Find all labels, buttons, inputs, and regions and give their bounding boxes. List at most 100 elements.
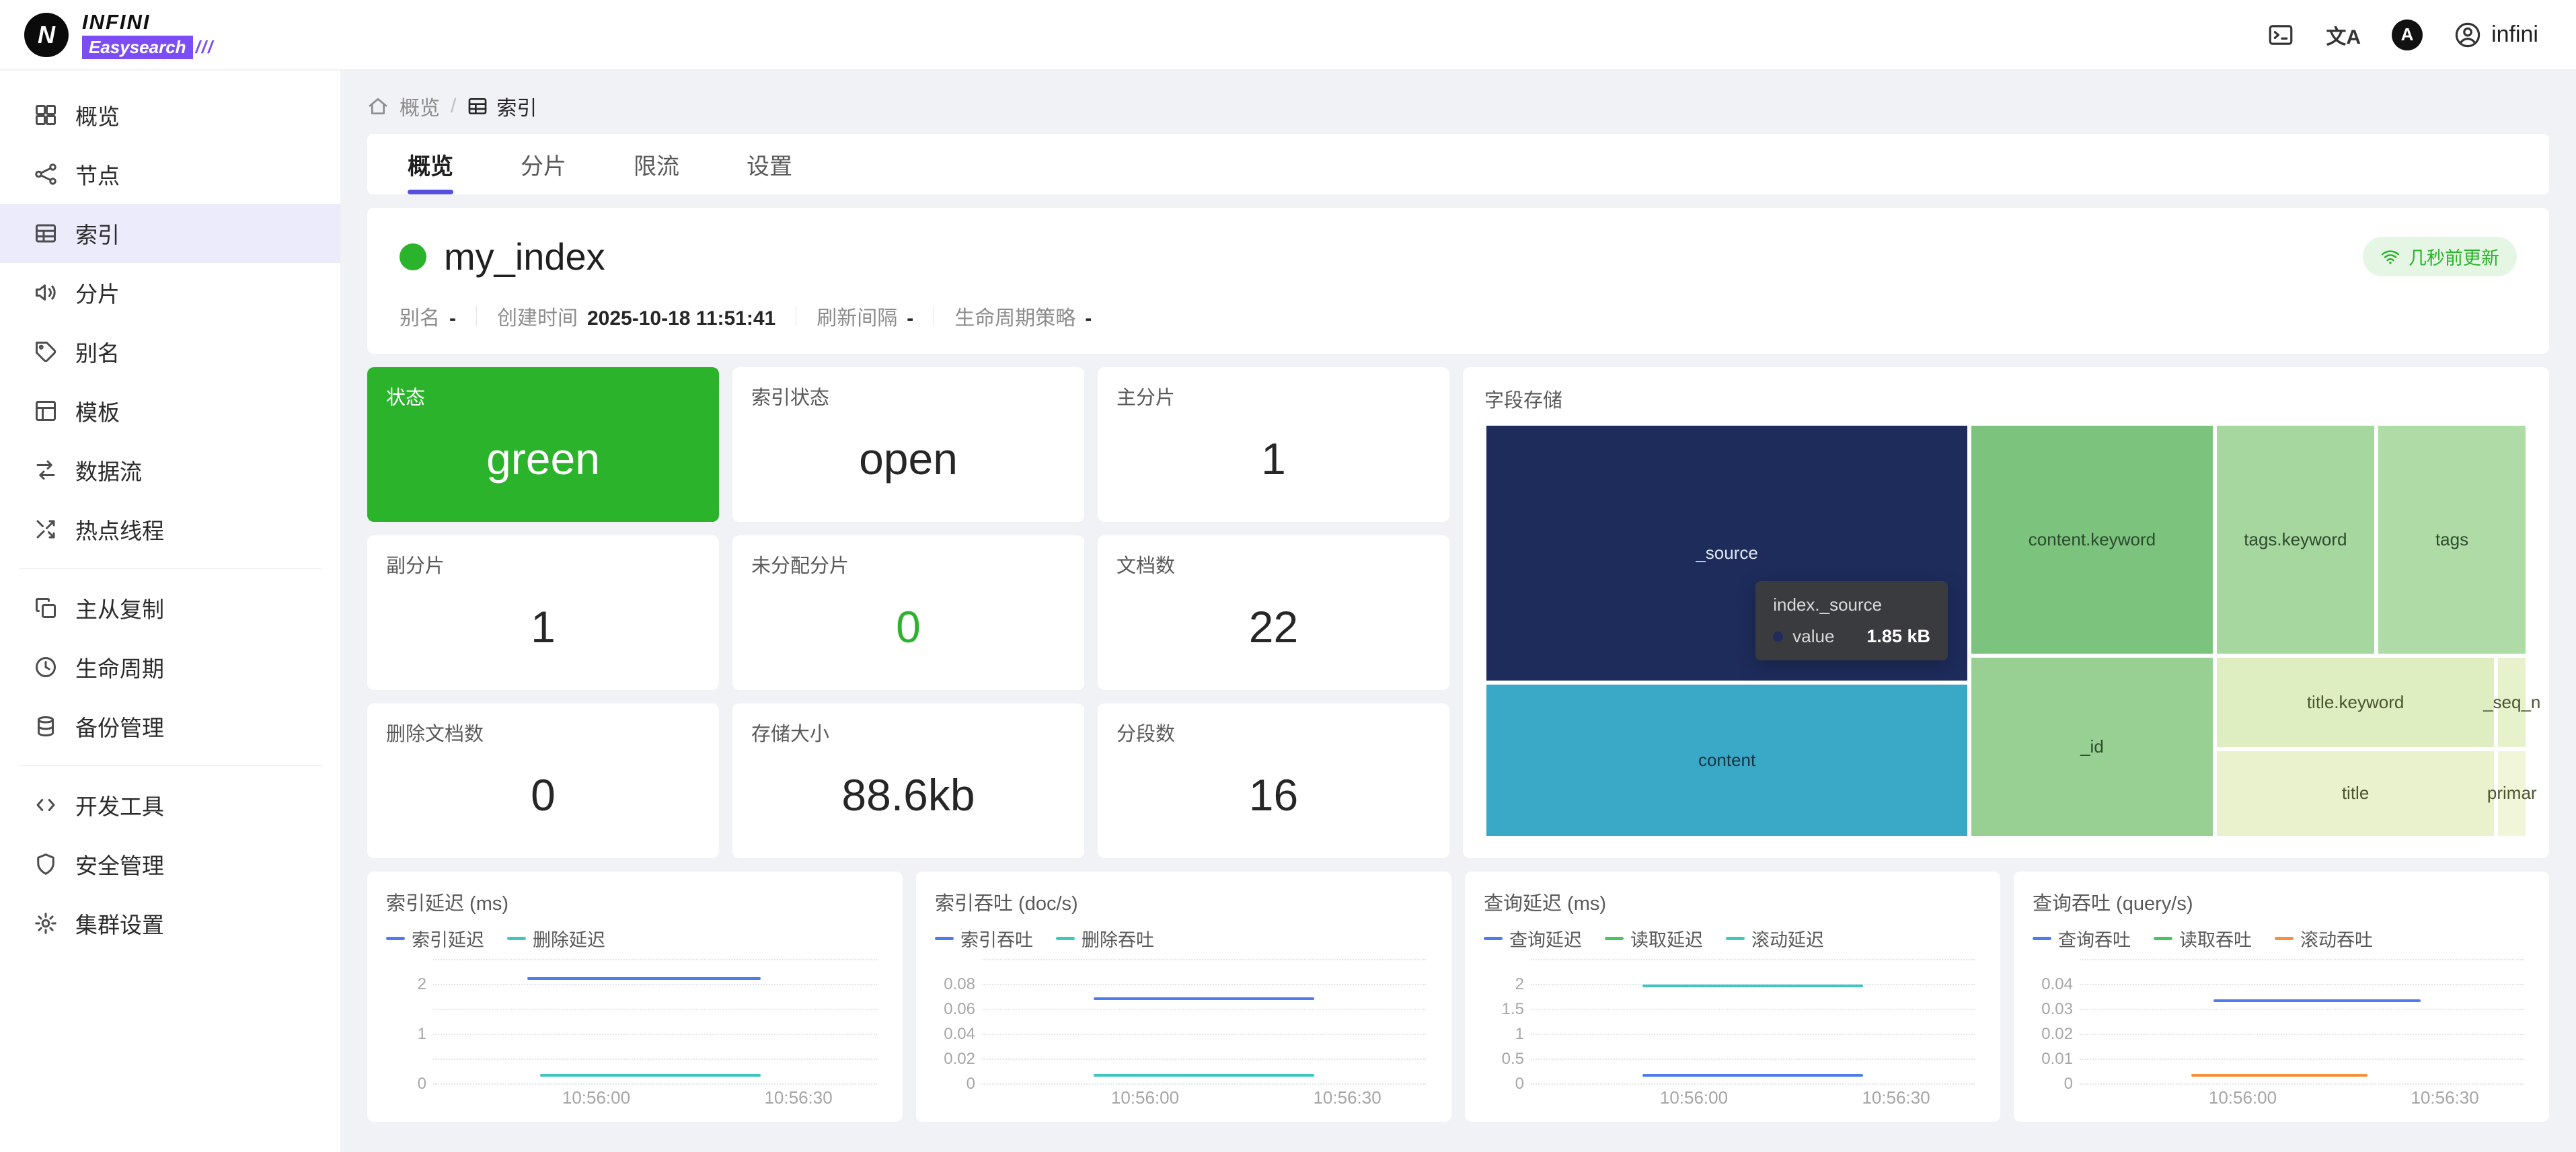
legend-dash [2154,937,2172,940]
tooltip-title: index._source [1773,594,1930,615]
stat-card-replica-shards: 副分片 1 [367,535,719,690]
tab-overview[interactable]: 概览 [408,134,453,194]
y-tick: 0 [2033,1075,2080,1093]
legend-item[interactable]: 删除延迟 [507,925,605,952]
meta-created: 创建时间2025-10-18 11:51:41 [497,301,775,331]
tab-shards[interactable]: 分片 [521,134,566,194]
field-storage-card: 字段存储 _source content content.keyword _id… [1463,367,2549,858]
treemap-cell[interactable]: tags.keyword [2215,424,2376,656]
user-menu[interactable]: infini [2454,21,2538,49]
sidebar-item-replication[interactable]: 主从复制 [0,578,340,638]
chart-legend: 索引吞吐 删除吞吐 [935,925,1433,952]
shards-icon [34,280,58,305]
y-tick: 0.02 [935,1050,982,1069]
top-header: N INFINI Easysearch /// 文A A infini [0,0,2576,70]
breadcrumb: 概览 / 索引 [367,91,2549,122]
legend-item[interactable]: 滚动延迟 [1726,925,1824,952]
chart-title: 索引吞吐 (doc/s) [935,888,1433,916]
brand-logo[interactable]: N INFINI Easysearch /// [0,10,340,59]
chart-indexing-throughput: 索引吞吐 (doc/s) 索引吞吐 删除吞吐 0.08 0.06 0.04 0.… [916,872,1451,1122]
x-tick: 10:56:00 [2209,1087,2277,1108]
legend-dash [507,937,526,940]
brand-text: INFINI Easysearch /// [82,10,214,59]
legend-item[interactable]: 查询吞吐 [2033,925,2131,952]
translate-icon[interactable]: 文A [2326,20,2361,50]
brand-name: INFINI [82,10,214,34]
chart-title: 索引延迟 (ms) [386,888,884,916]
y-tick: 1 [386,1025,433,1044]
legend-item[interactable]: 读取延迟 [1605,925,1703,952]
sidebar-item-datastreams[interactable]: 数据流 [0,440,340,500]
sidebar-item-security[interactable]: 安全管理 [0,835,340,894]
x-tick: 10:56:30 [764,1087,832,1108]
y-tick: 0 [386,1075,433,1093]
legend-dash [1605,937,1624,940]
legend-dash [935,937,954,940]
treemap-cell[interactable]: content.keyword [1969,424,2214,656]
sidebar-item-lifecycle[interactable]: 生命周期 [0,638,340,697]
treemap-cell[interactable]: tags [2376,424,2528,656]
sidebar-item-templates[interactable]: 模板 [0,381,340,440]
index-tabs: 概览 分片 限流 设置 [367,134,2549,194]
metrics-charts-row: 索引延迟 (ms) 索引延迟 删除延迟 2 1 0 10:56:00 10:56… [367,872,2549,1122]
treemap-cell[interactable]: _id [1969,656,2214,838]
datastream-icon [34,458,58,482]
legend-dash [386,937,405,940]
tab-settings[interactable]: 设置 [747,134,792,194]
legend-item[interactable]: 索引吞吐 [935,925,1033,952]
status-value: green [386,410,700,507]
brand-slashes-icon: /// [196,37,215,58]
sidebar-item-cluster-settings[interactable]: 集群设置 [0,894,340,953]
treemap-cell[interactable]: _seq_n [2496,656,2528,749]
breadcrumb-current[interactable]: 索引 [467,91,537,121]
sidebar-item-indices[interactable]: 索引 [0,204,340,263]
breadcrumb-separator: / [451,95,456,118]
terminal-icon[interactable] [2267,21,2295,49]
y-tick: 1.5 [1484,1000,1531,1019]
legend-item[interactable]: 读取吞吐 [2154,925,2252,952]
sidebar-item-alias[interactable]: 别名 [0,322,340,381]
legend-item[interactable]: 查询延迟 [1484,925,1582,952]
table-icon [34,221,58,245]
sidebar-item-backup[interactable]: 备份管理 [0,697,340,756]
sidebar-divider [19,765,321,766]
updated-badge: 几秒前更新 [2363,237,2517,276]
infini-logo-icon: N [24,13,69,57]
chart-plot-area: 2 1.5 1 0.5 0 [1484,960,1981,1084]
chart-legend: 查询延迟 读取延迟 滚动延迟 [1484,925,1981,952]
legend-dash [1726,937,1745,940]
treemap-cell[interactable]: title [2215,749,2497,838]
legend-dash [1056,937,1075,940]
breadcrumb-home[interactable]: 概览 [400,91,440,121]
sidebar-item-devtools[interactable]: 开发工具 [0,775,340,835]
tab-throttle[interactable]: 限流 [634,134,679,194]
legend-item[interactable]: 索引延迟 [386,925,484,952]
legend-dash [1484,937,1503,940]
sidebar-item-overview[interactable]: 概览 [0,85,340,145]
sidebar-item-label: 概览 [75,99,120,131]
treemap-title: 字段存储 [1484,385,2528,413]
treemap-cell[interactable]: content [1484,683,1969,838]
y-tick: 0.03 [2033,1000,2080,1019]
stat-card-deleted-docs: 删除文档数 0 [367,703,719,858]
series-line [1094,1074,1314,1077]
sidebar-item-nodes[interactable]: 节点 [0,145,340,204]
stat-card-store-size: 存储大小 88.6kb [732,703,1084,858]
chart-title: 查询吞吐 (query/s) [2033,888,2530,916]
table-icon [467,95,488,117]
chart-legend: 查询吞吐 读取吞吐 滚动吞吐 [2033,925,2530,952]
y-tick: 0 [935,1075,982,1093]
index-meta-row: 别名- 创建时间2025-10-18 11:51:41 刷新间隔- 生命周期策略… [400,301,2517,331]
sidebar-item-label: 别名 [75,336,120,368]
treemap-cell[interactable]: title.keyword [2215,656,2497,749]
theme-avatar-icon[interactable]: A [2392,20,2423,50]
sidebar-item-shards[interactable]: 分片 [0,263,340,322]
legend-item[interactable]: 删除吞吐 [1056,925,1154,952]
page-title: my_index [444,235,605,278]
sidebar-item-hot-threads[interactable]: 热点线程 [0,500,340,559]
legend-item[interactable]: 滚动吞吐 [2275,925,2373,952]
sidebar-item-label: 开发工具 [75,789,164,821]
sidebar-item-label: 主从复制 [75,592,164,624]
chart-query-throughput: 查询吞吐 (query/s) 查询吞吐 读取吞吐 滚动吞吐 0.04 0.03 … [2014,872,2549,1122]
treemap-cell[interactable]: primar [2496,749,2528,838]
